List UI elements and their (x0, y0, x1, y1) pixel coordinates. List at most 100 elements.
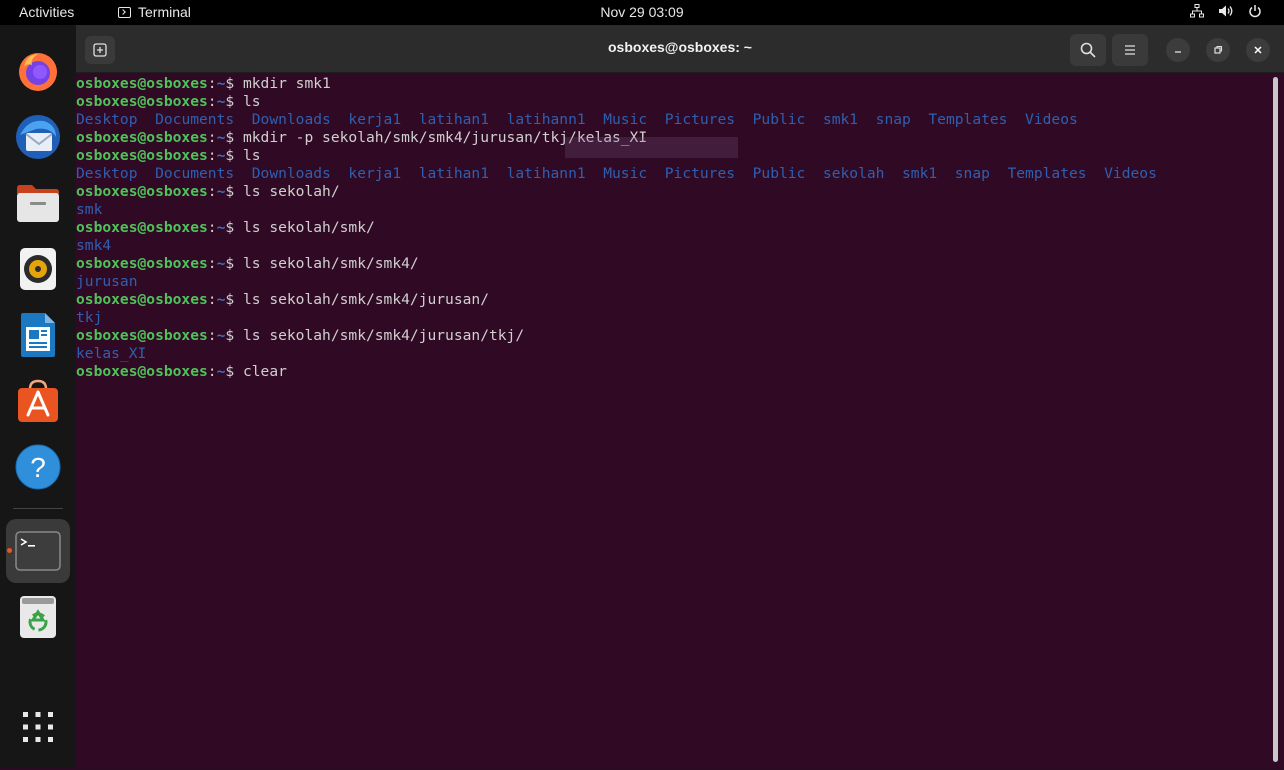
directory-entry: Music (603, 111, 648, 128)
dock-item-help[interactable]: ? (6, 435, 70, 499)
dock-item-ubuntu-software[interactable] (6, 369, 70, 433)
firefox-icon (19, 53, 57, 91)
prompt-symbol: $ (225, 363, 243, 380)
command-text: mkdir smk1 (242, 75, 331, 92)
directory-entry: sekolah (822, 165, 885, 182)
command-line: osboxes@osboxes:~$ ls sekolah/smk/smk4/ (76, 255, 1271, 273)
terminal-scrollbar[interactable] (1273, 77, 1278, 762)
directory-entry: Templates (928, 111, 1008, 128)
directory-entry: Templates (1007, 165, 1087, 182)
prompt-separator: : (207, 75, 217, 92)
command-text: ls sekolah/smk/ (242, 219, 375, 236)
dock-item-firefox[interactable] (6, 39, 70, 103)
prompt-symbol: $ (225, 291, 243, 308)
files-icon (17, 185, 59, 222)
dock-item-trash[interactable] (6, 585, 70, 649)
command-line: osboxes@osboxes:~$ ls sekolah/smk/smk4/j… (76, 327, 1271, 345)
prompt-user: osboxes@osboxes (76, 255, 208, 272)
command-line: osboxes@osboxes:~$ ls sekolah/ (76, 183, 1271, 201)
directory-entry: Pictures (664, 111, 736, 128)
command-text: ls sekolah/ (242, 183, 340, 200)
menu-button[interactable] (1112, 34, 1148, 66)
directory-entry: smk (76, 201, 103, 218)
prompt-user: osboxes@osboxes (76, 291, 208, 308)
output-line: jurusan (76, 273, 1271, 291)
output-line: Desktop Documents Downloads kerja1 latih… (76, 165, 1271, 183)
output-line: tkj (76, 309, 1271, 327)
maximize-button[interactable] (1206, 38, 1230, 62)
prompt-separator: : (207, 129, 217, 146)
directory-entry: Documents (155, 111, 235, 128)
help-icon: ? (15, 444, 61, 490)
search-icon (1080, 42, 1096, 58)
dock-item-files[interactable] (6, 171, 70, 235)
writer-icon (21, 313, 55, 357)
directory-entry: snap (875, 111, 911, 128)
directory-entry: Desktop (76, 111, 138, 128)
terminal-window: osboxes@osboxes: ~ osboxes@osboxes:~$ mk… (76, 25, 1284, 768)
command-text: ls sekolah/smk/smk4/jurusan/ (242, 291, 489, 308)
prompt-user: osboxes@osboxes (76, 327, 208, 344)
prompt-symbol: $ (225, 183, 243, 200)
prompt-user: osboxes@osboxes (76, 147, 208, 164)
minimize-button[interactable] (1166, 38, 1190, 62)
search-button[interactable] (1070, 34, 1106, 66)
command-text: clear (242, 363, 287, 380)
app-menu[interactable]: Terminal (118, 4, 191, 20)
directory-entry: snap (954, 165, 990, 182)
directory-entry: smk4 (76, 237, 112, 254)
directory-entry: Videos (1025, 111, 1078, 128)
dock-item-terminal[interactable] (6, 519, 70, 583)
command-line: osboxes@osboxes:~$ clear (76, 363, 1271, 381)
top-bar: Activities Terminal Nov 29 03:09 (0, 0, 1284, 25)
drag-ghost (565, 137, 738, 158)
prompt-user: osboxes@osboxes (76, 183, 208, 200)
close-button[interactable] (1246, 38, 1270, 62)
directory-entry: Documents (155, 165, 235, 182)
prompt-separator: : (207, 327, 217, 344)
dock-separator (13, 508, 63, 509)
dock-item-rhythmbox[interactable] (6, 237, 70, 301)
trash-icon (20, 596, 56, 638)
directory-entry: smk1 (902, 165, 938, 182)
output-line: Desktop Documents Downloads kerja1 latih… (76, 111, 1271, 129)
prompt-separator: : (207, 147, 217, 164)
command-line: osboxes@osboxes:~$ mkdir smk1 (76, 75, 1271, 93)
power-icon[interactable] (1248, 4, 1262, 18)
directory-entry: latihann1 (506, 165, 586, 182)
minimize-icon (1175, 51, 1181, 53)
command-line: osboxes@osboxes:~$ ls sekolah/smk/ (76, 219, 1271, 237)
new-tab-icon (93, 43, 107, 57)
volume-icon[interactable] (1218, 4, 1234, 18)
terminal-icon (15, 531, 61, 571)
dock-item-show-apps[interactable] (6, 695, 70, 759)
prompt-symbol: $ (225, 93, 243, 110)
activities-button[interactable]: Activities (19, 4, 74, 20)
close-icon (1254, 46, 1262, 54)
output-line: smk (76, 201, 1271, 219)
prompt-symbol: $ (225, 327, 243, 344)
new-tab-button[interactable] (85, 36, 115, 64)
command-text: ls sekolah/smk/smk4/jurusan/tkj/ (242, 327, 525, 344)
terminal-output[interactable]: osboxes@osboxes:~$ mkdir smk1 osboxes@osb… (76, 73, 1271, 770)
prompt-symbol: $ (225, 219, 243, 236)
prompt-user: osboxes@osboxes (76, 75, 208, 92)
directory-entry: latihann1 (506, 111, 586, 128)
clock[interactable]: Nov 29 03:09 (600, 4, 683, 20)
prompt-separator: : (207, 363, 217, 380)
directory-entry: kerja1 (348, 165, 402, 182)
command-text: ls sekolah/smk/smk4/ (242, 255, 419, 272)
thunderbird-icon (16, 115, 60, 159)
restore-icon (1214, 45, 1223, 54)
system-tray[interactable] (1190, 4, 1262, 18)
dock-item-thunderbird[interactable] (6, 105, 70, 169)
network-icon[interactable] (1190, 4, 1204, 18)
rhythmbox-icon (20, 248, 56, 290)
dock-item-libreoffice-writer[interactable] (6, 303, 70, 367)
running-indicator (7, 548, 12, 553)
prompt-user: osboxes@osboxes (76, 219, 208, 236)
prompt-symbol: $ (225, 129, 243, 146)
directory-entry: latihan1 (418, 165, 489, 182)
prompt-symbol: $ (225, 147, 243, 164)
prompt-symbol: $ (225, 75, 243, 92)
